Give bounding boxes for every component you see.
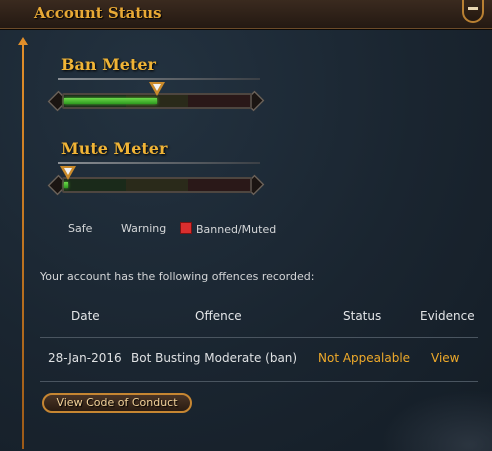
offence-name: Bot Busting Moderate (ban) — [131, 351, 298, 365]
offence-status: Not Appealable — [318, 351, 411, 365]
divider — [40, 381, 478, 382]
offence-date: 28-Jan-2016 — [48, 351, 122, 365]
ban-meter — [47, 82, 265, 112]
mute-meter-title: Mute Meter — [61, 139, 168, 158]
divider — [58, 162, 260, 164]
ban-meter-title: Ban Meter — [61, 55, 156, 74]
banned-swatch-icon — [180, 222, 192, 234]
ban-meter-pointer-icon — [149, 82, 165, 100]
ban-meter-fill — [64, 98, 157, 104]
panel-header: Account Status — [0, 0, 492, 29]
collapse-button[interactable] — [462, 0, 484, 23]
panel-title: Account Status — [34, 4, 162, 22]
legend-safe: Safe — [68, 222, 93, 235]
mute-meter — [47, 166, 265, 196]
background-texture — [380, 390, 492, 451]
legend-banned: Banned/Muted — [180, 222, 276, 236]
divider — [40, 337, 478, 338]
view-evidence-link[interactable]: View — [431, 351, 459, 365]
column-header-status: Status — [343, 309, 382, 323]
account-status-panel: Account Status Ban Meter Mute Meter Safe… — [0, 0, 492, 451]
view-code-of-conduct-button[interactable]: View Code of Conduct — [42, 393, 192, 413]
divider — [58, 78, 260, 80]
mute-meter-pointer-icon — [60, 166, 76, 184]
meter-track — [62, 177, 252, 193]
minus-icon — [468, 7, 478, 10]
legend-warning: Warning — [121, 222, 167, 235]
column-header-date: Date — [71, 309, 100, 323]
decorative-rail — [22, 44, 24, 449]
column-header-evidence: Evidence — [420, 309, 475, 323]
legend-banned-label: Banned/Muted — [196, 223, 277, 236]
offences-intro: Your account has the following offences … — [40, 270, 315, 283]
column-header-offence: Offence — [195, 309, 242, 323]
